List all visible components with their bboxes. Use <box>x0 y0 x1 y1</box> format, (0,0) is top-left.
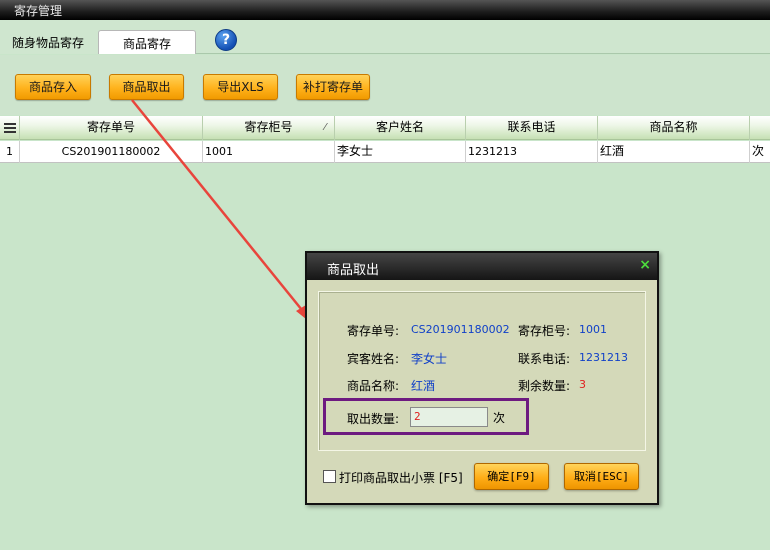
column-product[interactable]: 商品名称 <box>598 116 750 140</box>
close-icon[interactable]: × <box>639 257 651 273</box>
dialog-title: 商品取出 <box>327 263 380 278</box>
product-label: 商品名称: <box>347 379 400 393</box>
table-header: 寄存单号 寄存柜号 ⁄ 客户姓名 联系电话 商品名称 <box>0 116 770 140</box>
phone-label: 联系电话: <box>518 352 571 366</box>
tab-bar: 随身物品寄存 商品寄存 ? <box>0 20 770 54</box>
cell-customer: 李女士 <box>335 141 466 163</box>
order-no-label: 寄存单号: <box>347 324 400 338</box>
guest-value: 李女士 <box>411 352 448 366</box>
cancel-button[interactable]: 取消[ESC] <box>564 463 639 490</box>
remaining-value: 3 <box>579 378 586 391</box>
dialog-title-bar: 商品取出 × <box>307 253 657 280</box>
column-customer[interactable]: 客户姓名 <box>335 116 466 140</box>
window-title: 寄存管理 <box>14 4 63 18</box>
column-order-no[interactable]: 寄存单号 <box>20 116 203 140</box>
quantity-label: 取出数量: <box>347 412 400 426</box>
product-value: 红酒 <box>411 379 436 393</box>
guest-label: 宾客姓名: <box>347 352 400 366</box>
remaining-label: 剩余数量: <box>518 379 571 393</box>
quantity-unit: 次 <box>493 411 506 425</box>
tab-personal-items[interactable]: 随身物品寄存 <box>0 30 98 54</box>
take-out-dialog: 商品取出 × 寄存单号: CS201901180002 寄存柜号: 1001 宾… <box>305 251 659 505</box>
column-cabinet-label: 寄存柜号 <box>244 120 293 134</box>
column-cabinet-no[interactable]: 寄存柜号 ⁄ <box>203 116 335 140</box>
cell-product: 红酒 <box>598 141 750 163</box>
column-phone[interactable]: 联系电话 <box>466 116 598 140</box>
table-row[interactable]: 1 CS201901180002 1001 李女士 1231213 红酒 次 <box>0 141 770 163</box>
confirm-button[interactable]: 确定[F9] <box>474 463 549 490</box>
window-title-bar: 寄存管理 <box>0 0 770 20</box>
help-icon[interactable]: ? <box>215 29 237 51</box>
store-goods-button[interactable]: 商品存入 <box>15 74 91 100</box>
cell-order-no: CS201901180002 <box>20 141 203 163</box>
sort-icon: ⁄ <box>324 122 326 133</box>
toolbar: 商品存入 商品取出 导出XLS 补打寄存单 <box>0 55 770 115</box>
row-index: 1 <box>0 141 20 163</box>
menu-icon <box>4 123 16 133</box>
quantity-input[interactable]: 2 <box>410 407 488 427</box>
cabinet-value: 1001 <box>579 323 607 336</box>
phone-value: 1231213 <box>579 351 628 364</box>
print-ticket-checkbox[interactable] <box>323 470 336 483</box>
export-xls-button[interactable]: 导出XLS <box>203 74 278 100</box>
tab-goods-storage[interactable]: 商品寄存 <box>98 30 196 54</box>
cell-phone: 1231213 <box>466 141 598 163</box>
cell-unit: 次 <box>752 144 765 158</box>
cabinet-label: 寄存柜号: <box>518 324 571 338</box>
reprint-receipt-button[interactable]: 补打寄存单 <box>296 74 370 100</box>
column-overflow <box>750 116 770 140</box>
take-out-goods-button[interactable]: 商品取出 <box>109 74 184 100</box>
order-no-value: CS201901180002 <box>411 323 510 336</box>
print-ticket-label[interactable]: 打印商品取出小票 [F5] <box>339 469 463 486</box>
cell-cabinet: 1001 <box>203 141 335 163</box>
column-menu-button[interactable] <box>0 116 20 140</box>
